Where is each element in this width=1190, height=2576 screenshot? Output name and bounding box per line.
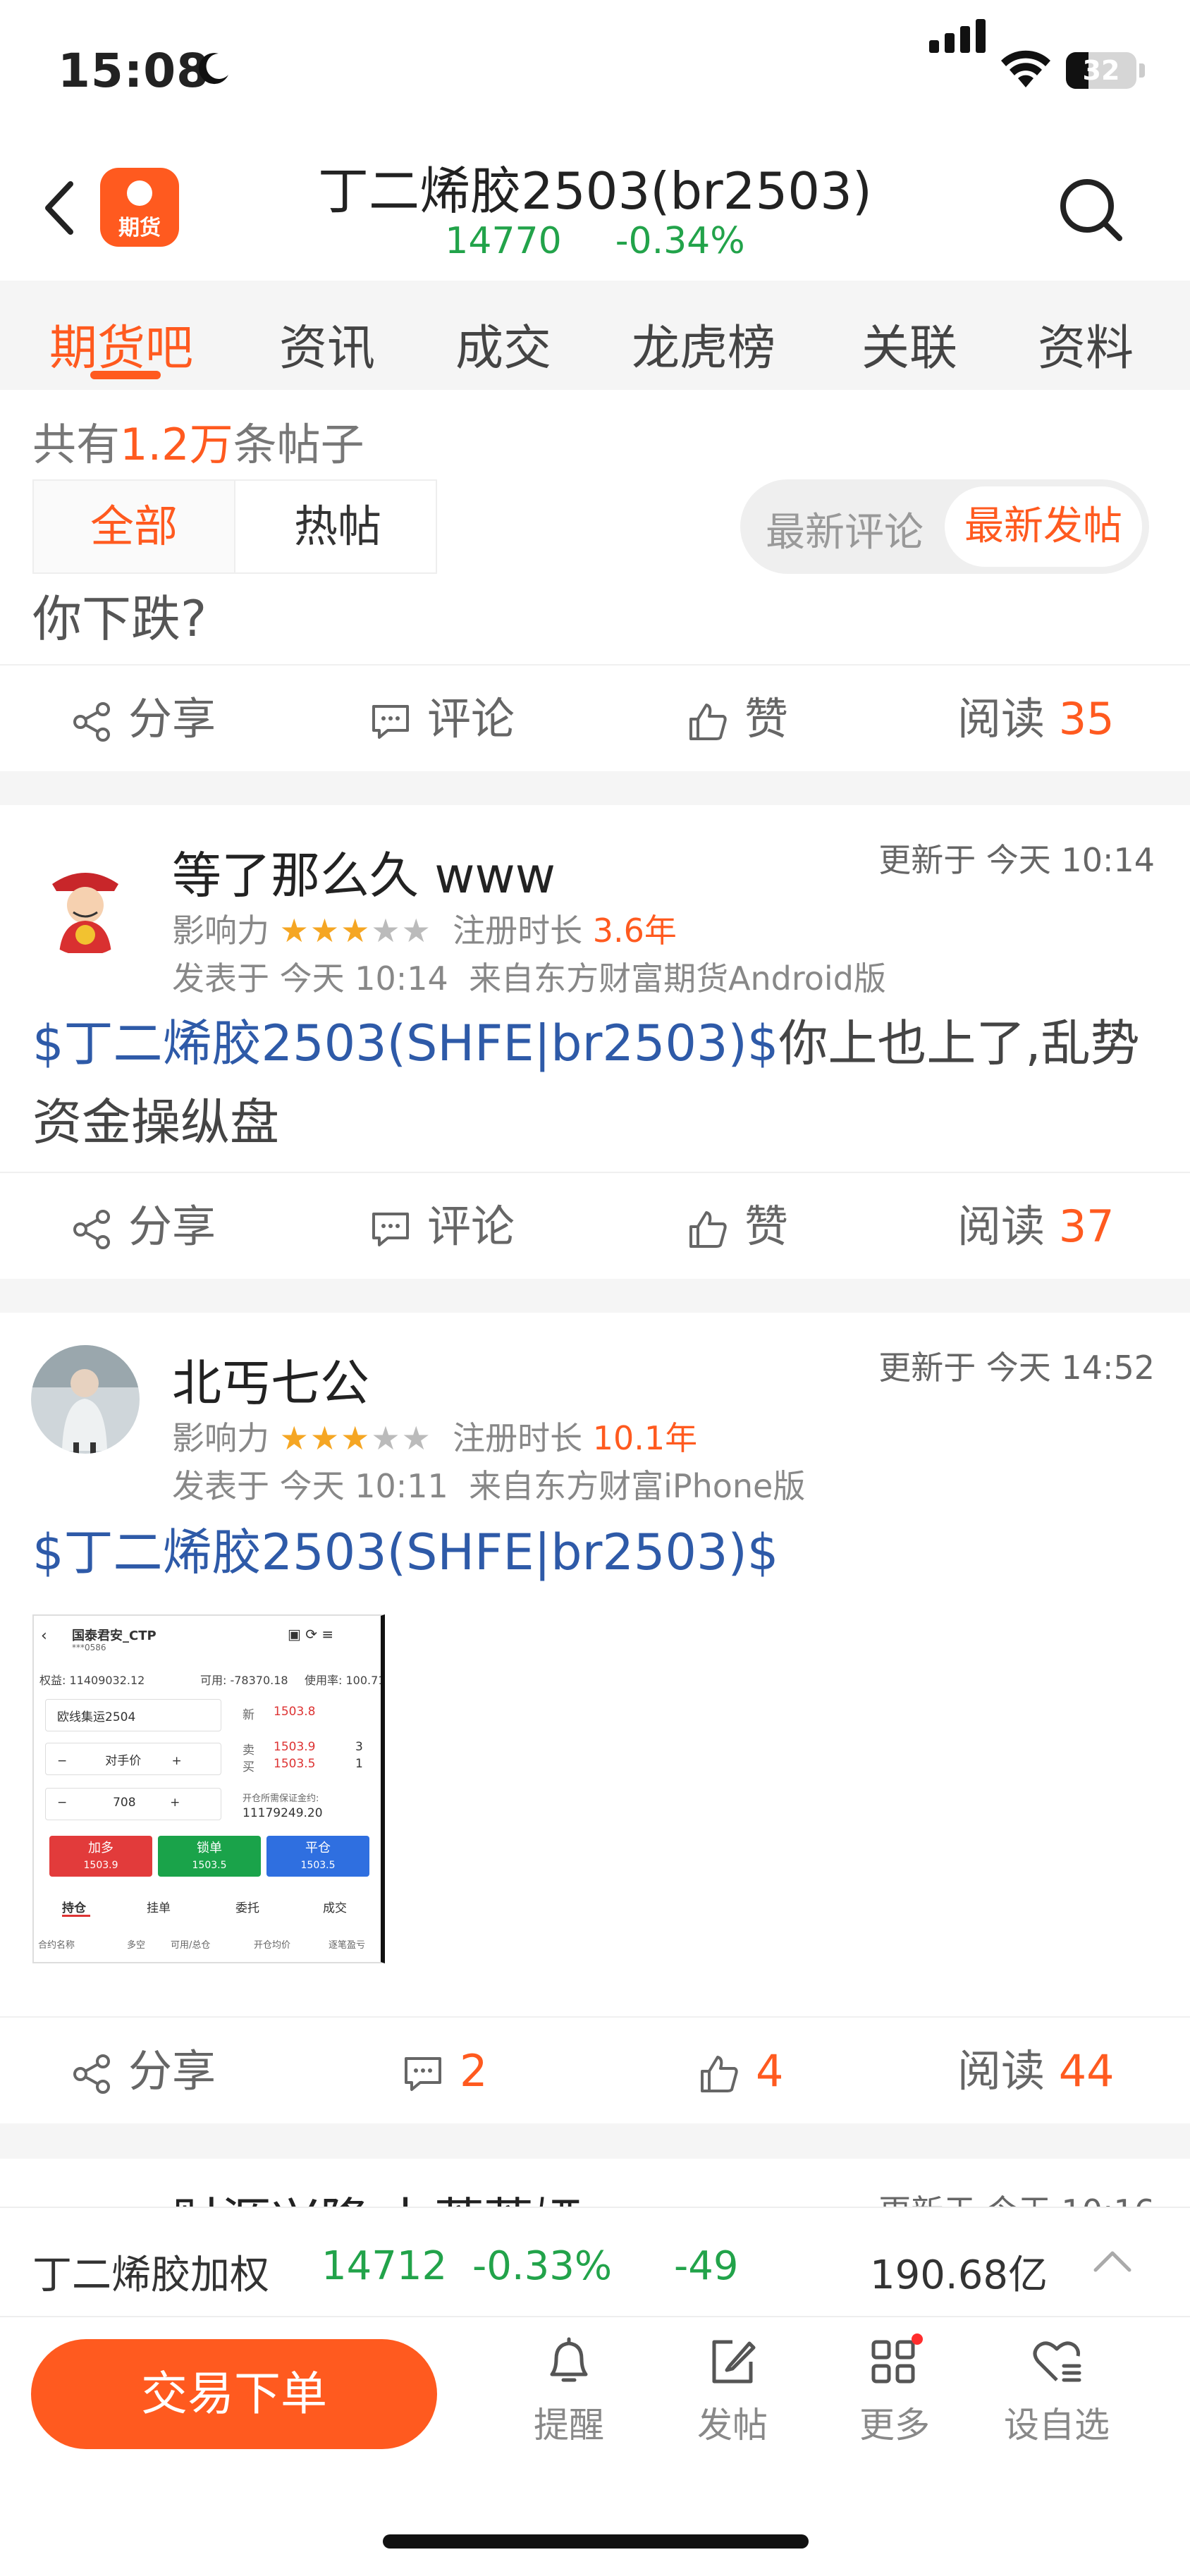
futures-logo: 期货	[100, 168, 179, 247]
post-actions: 分享 评论 赞 阅读 37	[0, 1172, 1190, 1279]
trade-order-button[interactable]: 交易下单	[31, 2339, 437, 2449]
influence-stars: ★★★★★	[279, 912, 432, 950]
divider	[0, 1279, 1190, 1313]
post-actions: 分享 2 4 阅读 44	[0, 2016, 1190, 2123]
post-card[interactable]: 等了那么久 www 更新于 今天 10:14 影响力 ★★★★★ 注册时长 3.…	[0, 805, 1190, 1174]
chevron-up-icon[interactable]	[1091, 2247, 1134, 2276]
share-icon	[73, 2054, 110, 2094]
ticker-diff: -49	[674, 2243, 739, 2289]
tab-related[interactable]: 关联	[861, 309, 957, 379]
influence-stars: ★★★★★	[279, 1419, 432, 1457]
ticker-change: -0.33%	[472, 2243, 613, 2289]
post-body[interactable]: $丁二烯胶2503(SHFE|br2503)$	[32, 1513, 1155, 1592]
back-icon[interactable]	[42, 180, 76, 236]
more-button[interactable]: 更多	[835, 2333, 955, 2448]
filter-segment: 全部 热帖	[32, 479, 437, 574]
tab-trades[interactable]: 成交	[455, 309, 551, 379]
battery-level: 32	[1082, 55, 1120, 86]
edit-icon	[712, 2340, 756, 2384]
updated-time: 更新于 今天 10:14	[878, 841, 1155, 879]
ticker-name: 丁二烯胶加权	[32, 2252, 269, 2298]
comment-icon	[405, 2056, 441, 2091]
post-actions: 分享 评论 赞 阅读 35	[0, 664, 1190, 771]
post-body[interactable]: $丁二烯胶2503(SHFE|br2503)$你上也上了,乱势资金操纵盘	[32, 1004, 1155, 1162]
ticker-volume: 190.68亿	[870, 2252, 1048, 2298]
moon-icon	[198, 53, 228, 85]
username[interactable]: 等了那么久 www	[172, 836, 556, 907]
comment-icon	[372, 704, 409, 739]
filter-all-button[interactable]: 全部	[34, 481, 235, 572]
tab-indicator	[90, 371, 161, 379]
read-count: 阅读 44	[957, 2045, 1115, 2097]
current-price: 14770	[445, 220, 562, 262]
logo-mark-icon	[127, 180, 152, 206]
sort-latest-comment[interactable]: 最新评论	[766, 501, 924, 558]
filter-hot-button[interactable]: 热帖	[237, 481, 438, 572]
stock-tag-link[interactable]: $丁二烯胶2503(SHFE|br2503)$	[32, 1523, 778, 1581]
home-indicator	[383, 2534, 809, 2549]
add-watchlist-button[interactable]: 设自选	[997, 2333, 1117, 2448]
like-button[interactable]: 4	[698, 2018, 783, 2125]
price-change: -0.34%	[615, 220, 745, 262]
thumbs-up-icon	[701, 2055, 738, 2092]
page-title: 丁二烯胶2503(br2503)	[318, 161, 872, 221]
user-meta: 影响力 ★★★★★ 注册时长 10.1年	[172, 1419, 698, 1457]
updated-time: 更新于 今天 14:52	[878, 1349, 1155, 1387]
comment-button[interactable]: 评论	[369, 666, 515, 773]
share-button[interactable]: 分享	[70, 666, 216, 773]
price-line: 14770 -0.34%	[211, 220, 979, 262]
remind-button[interactable]: 提醒	[509, 2333, 629, 2448]
read-count: 阅读 37	[957, 1201, 1115, 1252]
post-source: 发表于 今天 10:14 来自东方财富期货Android版	[172, 959, 886, 998]
sort-toggle: 最新评论 最新发帖	[740, 479, 1149, 574]
avatar[interactable]	[31, 1345, 140, 1454]
divider	[0, 2123, 1190, 2159]
tab-ranking[interactable]: 龙虎榜	[632, 309, 775, 379]
comment-button[interactable]: 2	[402, 2018, 487, 2125]
battery-tip	[1139, 63, 1145, 78]
post-snippet[interactable]: 你下跌?	[32, 579, 207, 651]
divider	[0, 771, 1190, 805]
post-source: 发表于 今天 10:11 来自东方财富iPhone版	[172, 1467, 806, 1505]
comment-button[interactable]: 评论	[369, 1173, 515, 1280]
status-time: 15:08	[58, 44, 210, 98]
weighted-ticker-bar[interactable]: 丁二烯胶加权 14712 -0.33% -49 190.68亿	[0, 2207, 1190, 2316]
like-button[interactable]: 赞	[687, 1173, 788, 1280]
tab-bar: 期货吧 资讯 成交 龙虎榜 关联 资料	[0, 281, 1190, 390]
tab-news[interactable]: 资讯	[279, 309, 375, 379]
share-button[interactable]: 分享	[70, 2018, 216, 2125]
post-button[interactable]: 发帖	[673, 2333, 792, 2448]
share-icon	[73, 1209, 110, 1249]
comment-icon	[372, 1212, 409, 1246]
tab-profile[interactable]: 资料	[1038, 309, 1134, 379]
ticker-price: 14712	[321, 2243, 448, 2289]
tab-futures-bar[interactable]: 期货吧	[49, 309, 193, 379]
status-bar: 15:08 32	[0, 0, 1190, 134]
read-count: 阅读 35	[957, 693, 1115, 744]
like-button[interactable]: 赞	[687, 666, 788, 773]
share-button[interactable]: 分享	[70, 1173, 216, 1280]
battery-icon: 32	[1066, 52, 1136, 89]
stock-tag-link[interactable]: $丁二烯胶2503(SHFE|br2503)$	[32, 1014, 778, 1072]
post-count: 共有1.2万条帖子	[32, 419, 364, 470]
post-image-thumbnail[interactable]: ‹ 国泰君安_CTP ***0586 ▣ ⟳ ≡ 权益: 11409032.12…	[32, 1614, 385, 1963]
heart-list-icon	[1033, 2341, 1081, 2382]
search-icon[interactable]	[1057, 176, 1125, 244]
thumbs-up-icon	[689, 1210, 727, 1248]
bell-icon	[550, 2337, 588, 2382]
username[interactable]: 北丐七公	[172, 1344, 369, 1415]
user-meta: 影响力 ★★★★★ 注册时长 3.6年	[172, 912, 677, 950]
grid-icon	[871, 2333, 923, 2384]
avatar[interactable]	[31, 847, 140, 956]
share-icon	[73, 701, 110, 742]
sort-latest-post[interactable]: 最新发帖	[945, 486, 1142, 567]
next-post-peek[interactable]: 财源兴隆·卜蒂蒂娅 更新于 今天 10:16	[0, 2182, 1190, 2207]
wifi-icon	[1001, 50, 1050, 87]
thumbs-up-icon	[689, 703, 727, 740]
